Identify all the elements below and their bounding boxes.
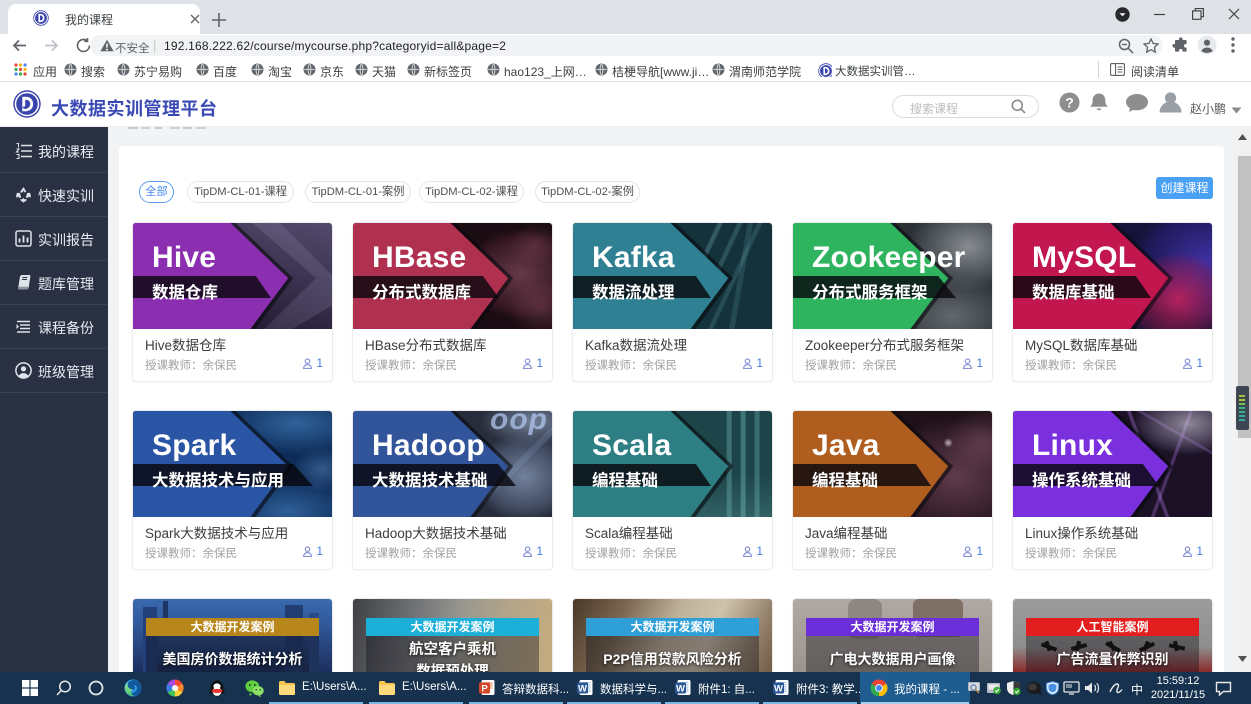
svg-text:P: P [481,683,488,694]
svg-text:W: W [578,683,587,694]
svg-text:?: ? [1065,95,1074,111]
svg-text:W: W [676,683,685,694]
svg-text:W: W [774,683,783,694]
